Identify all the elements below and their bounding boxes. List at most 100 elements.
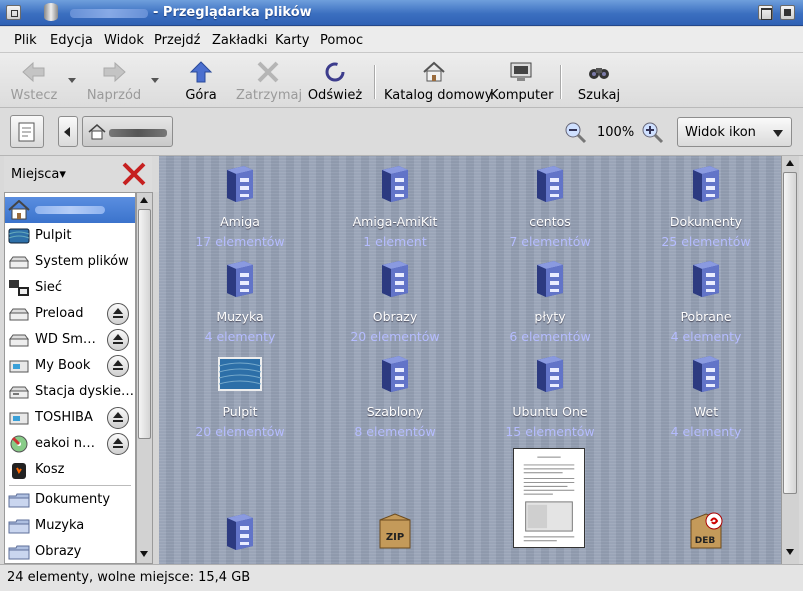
file-name: Szablony — [366, 404, 424, 419]
eject-button[interactable] — [107, 407, 129, 429]
file-item-count: 25 elementów — [661, 234, 751, 249]
back-button[interactable]: Wstecz — [6, 57, 62, 105]
drive-icon — [8, 330, 30, 350]
sidebar-item-label: Preload — [35, 306, 84, 321]
sidebar-scrollbar[interactable] — [136, 192, 153, 564]
search-button[interactable]: Szukaj — [574, 57, 624, 105]
sidebar-item-system-plików[interactable]: System plików — [5, 249, 135, 275]
file-item[interactable]: DEBlibicu40_4.0.1-2_i386 — [631, 506, 781, 564]
sidebar-item-stacja-dyskiet[interactable]: Stacja dyskiet… — [5, 379, 135, 405]
scroll-up-arrow[interactable] — [140, 197, 148, 203]
places-dropdown[interactable]: Miejsca▾ — [11, 167, 66, 182]
drive-icon — [8, 304, 30, 324]
sidebar-item-sieć[interactable]: Sieć — [5, 275, 135, 301]
status-text: 24 elementy, wolne miejsce: 15,4 GB — [7, 570, 251, 585]
folder-icon — [534, 259, 566, 299]
folder-icon — [690, 164, 722, 204]
sidebar-scroll-thumb[interactable] — [138, 209, 151, 439]
eject-button[interactable] — [107, 433, 129, 455]
zip-icon: ZIP — [377, 512, 413, 552]
file-item[interactable]: GtkThemesPoradnik — [475, 448, 625, 564]
menu-przejdz[interactable]: Przejdź — [154, 33, 200, 48]
file-item[interactable]: płyty 6 elementów — [475, 253, 625, 344]
menu-zakladki[interactable]: Zakładki — [212, 33, 267, 48]
folder-icon — [690, 354, 722, 394]
up-button[interactable]: Góra — [178, 57, 224, 105]
main-scrollbar[interactable] — [781, 156, 799, 564]
close-window-button[interactable] — [780, 5, 795, 20]
sidebar-item-muzyka[interactable]: Muzyka — [5, 513, 135, 539]
forward-button[interactable]: Naprzód — [86, 57, 142, 105]
deb-icon: DEB — [688, 512, 724, 552]
menu-widok[interactable]: Widok — [104, 33, 144, 48]
sidebar-item-label: Muzyka — [35, 518, 85, 533]
location-bar: 100% Widok ikon — [0, 108, 803, 156]
sidebar-item-dokumenty[interactable]: Dokumenty — [5, 487, 135, 513]
view-mode-select[interactable]: Widok ikon — [677, 117, 792, 147]
maximize-button[interactable] — [758, 5, 773, 20]
menu-edycja[interactable]: Edycja — [50, 33, 93, 48]
close-sidebar-icon[interactable] — [120, 160, 148, 188]
main-scroll-thumb[interactable] — [783, 172, 797, 494]
file-name: Pobrane — [680, 309, 732, 324]
window-menu-button[interactable] — [6, 5, 21, 20]
menu-pomoc[interactable]: Pomoc — [320, 33, 363, 48]
file-item[interactable]: Wideo — [165, 506, 315, 564]
trash-icon — [8, 460, 30, 480]
path-home-button[interactable] — [82, 116, 173, 147]
back-history-dropdown[interactable] — [68, 78, 76, 83]
sidebar-item-wd-sm[interactable]: WD Sm… — [5, 327, 135, 353]
file-item[interactable]: ZIPdragonia_pr31.zip — [320, 506, 470, 564]
folder-icon — [379, 259, 411, 299]
zoom-in-icon[interactable] — [640, 120, 664, 144]
sidebar-item-label: TOSHIBA — [35, 410, 93, 425]
sidebar-item-home[interactable] — [5, 197, 135, 223]
sidebar-item-toshiba[interactable]: TOSHIBA — [5, 405, 135, 431]
eject-button[interactable] — [107, 303, 129, 325]
computer-button[interactable]: Komputer — [490, 57, 553, 105]
scroll-up-arrow[interactable] — [786, 160, 794, 166]
toggle-location-entry-button[interactable] — [10, 115, 44, 148]
folder-icon — [8, 516, 30, 536]
sidebar-item-my-book[interactable]: My Book — [5, 353, 135, 379]
file-name: Wet — [693, 404, 719, 419]
home-icon — [88, 124, 106, 140]
file-item[interactable]: Muzyka 4 elementy — [165, 253, 315, 344]
stop-button[interactable]: Zatrzymaj — [236, 57, 302, 105]
file-item[interactable]: Amiga-AmiKit 1 element — [320, 158, 470, 249]
file-item[interactable]: Obrazy 20 elementów — [320, 253, 470, 344]
file-item[interactable]: centos 7 elementów — [475, 158, 625, 249]
svg-text:ZIP: ZIP — [386, 532, 404, 543]
sidebar-item-preload[interactable]: Preload — [5, 301, 135, 327]
toolbar-separator — [374, 65, 375, 99]
path-scroll-left-button[interactable] — [58, 116, 78, 147]
file-item[interactable]: Pulpit 20 elementów — [165, 348, 315, 439]
file-item[interactable]: Amiga 17 elementów — [165, 158, 315, 249]
file-item[interactable]: Dokumenty 25 elementów — [631, 158, 781, 249]
menu-karty[interactable]: Karty — [275, 33, 309, 48]
file-item[interactable]: Szablony 8 elementów — [320, 348, 470, 439]
menu-plik[interactable]: Plik — [14, 33, 37, 48]
file-name: Obrazy — [372, 309, 418, 324]
folder-icon — [8, 542, 30, 562]
reload-button[interactable]: Odśwież — [306, 57, 364, 105]
sidebar-item-kosz[interactable]: Kosz — [5, 457, 135, 483]
file-item[interactable]: Pobrane 4 elementy — [631, 253, 781, 344]
zoom-out-icon[interactable] — [563, 120, 587, 144]
sidebar-item-pulpit[interactable]: Pulpit — [5, 223, 135, 249]
file-name: Muzyka — [216, 309, 264, 324]
file-icon-view[interactable]: Amiga 17 elementów Amiga-AmiKit 1 element ce… — [159, 156, 781, 564]
scroll-down-arrow[interactable] — [786, 549, 794, 555]
file-item[interactable]: Ubuntu One 15 elementów — [475, 348, 625, 439]
binoculars-icon — [589, 68, 609, 79]
folder-icon — [534, 164, 566, 204]
file-item[interactable]: Wet 4 elementy — [631, 348, 781, 439]
eject-button[interactable] — [107, 355, 129, 377]
sidebar-item-label — [35, 206, 105, 214]
sidebar-item-obrazy[interactable]: Obrazy — [5, 539, 135, 563]
scroll-down-arrow[interactable] — [140, 551, 148, 557]
eject-button[interactable] — [107, 329, 129, 351]
home-button[interactable]: Katalog domowy — [384, 57, 492, 105]
sidebar-item-eakoi-n[interactable]: eakoi n… — [5, 431, 135, 457]
forward-history-dropdown[interactable] — [151, 78, 159, 83]
